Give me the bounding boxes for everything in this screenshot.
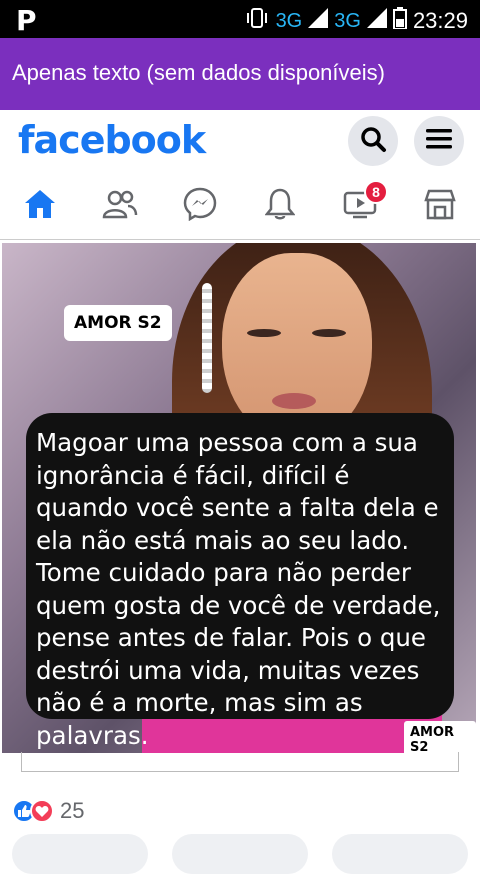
notification-badge: 8 bbox=[364, 180, 388, 204]
amor-s2-tag-top: AMOR S2 bbox=[64, 305, 172, 341]
friends-icon bbox=[102, 189, 138, 224]
comment-action-button[interactable] bbox=[172, 834, 308, 874]
notification-p-icon: P bbox=[16, 4, 37, 37]
clock: 23:29 bbox=[412, 8, 468, 33]
love-reaction-icon bbox=[30, 799, 54, 823]
illustration-earring bbox=[202, 283, 212, 393]
nav-marketplace[interactable] bbox=[420, 186, 460, 226]
vibrate-icon bbox=[244, 7, 270, 35]
messenger-icon bbox=[183, 187, 217, 226]
facebook-header: facebook bbox=[0, 110, 480, 172]
illustration-eye-right bbox=[312, 329, 346, 337]
quote-box: Magoar uma pessoa com a sua ignorância é… bbox=[26, 413, 454, 750]
nav-messenger[interactable] bbox=[180, 186, 220, 226]
network-label-2: 3G bbox=[334, 9, 361, 32]
bell-icon bbox=[264, 187, 296, 226]
facebook-nav-bar: 8 bbox=[0, 172, 480, 240]
amor-s2-tag-bottom: AMOR S2 bbox=[404, 721, 476, 753]
nav-notifications[interactable] bbox=[260, 186, 300, 226]
hamburger-icon bbox=[425, 127, 453, 156]
app-bar-title: Apenas texto (sem dados disponíveis) bbox=[12, 60, 385, 85]
nav-watch[interactable]: 8 bbox=[340, 180, 388, 226]
home-icon bbox=[23, 188, 57, 225]
illustration-eye-left bbox=[247, 329, 281, 337]
search-button[interactable] bbox=[348, 116, 398, 166]
battery-icon bbox=[392, 7, 407, 35]
post-frame-bottom bbox=[21, 752, 459, 772]
facebook-logo[interactable]: facebook bbox=[18, 118, 206, 162]
status-icons: 3G 3G 23:29 bbox=[244, 7, 468, 35]
app-bar: Apenas texto (sem dados disponíveis) bbox=[0, 38, 480, 110]
quote-text: Magoar uma pessoa com a sua ignorância é… bbox=[36, 428, 441, 750]
reaction-count: 25 bbox=[60, 798, 85, 823]
reactions-summary[interactable]: 25 bbox=[12, 798, 84, 824]
network-label-1: 3G bbox=[275, 9, 303, 32]
signal-icon-1 bbox=[308, 8, 329, 34]
signal-icon-2 bbox=[366, 8, 387, 34]
illustration-lips bbox=[272, 393, 316, 409]
marketplace-icon bbox=[423, 188, 457, 225]
menu-button[interactable] bbox=[414, 116, 464, 166]
like-action-button[interactable] bbox=[12, 834, 148, 874]
search-icon bbox=[359, 125, 387, 158]
nav-home[interactable] bbox=[20, 186, 60, 226]
share-action-button[interactable] bbox=[332, 834, 468, 874]
status-bar: P 3G 3G 23:29 bbox=[0, 0, 480, 38]
nav-friends[interactable] bbox=[100, 186, 140, 226]
post-image[interactable]: AMOR S2 Magoar uma pessoa com a sua igno… bbox=[2, 243, 476, 753]
